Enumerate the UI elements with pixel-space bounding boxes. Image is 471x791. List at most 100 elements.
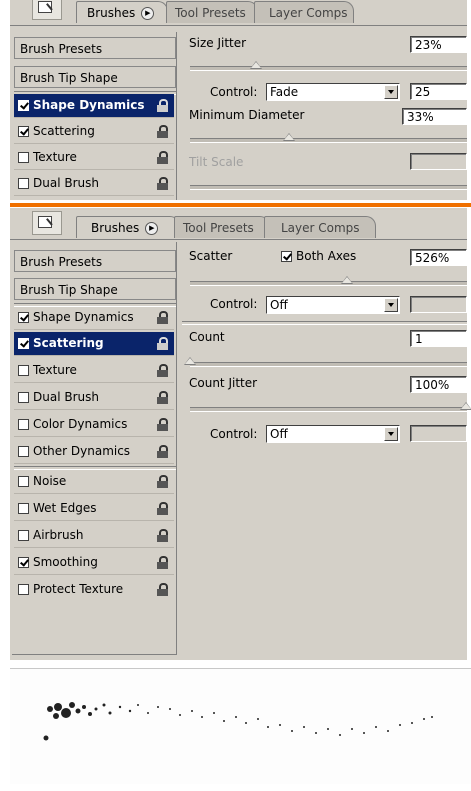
tab-label: Brushes [87,6,136,20]
chevron-down-icon[interactable] [384,85,398,99]
lock-icon[interactable] [157,364,168,377]
brush-tip-shape-button[interactable]: Brush Tip Shape [14,278,176,300]
slider-thumb[interactable] [283,133,295,141]
count-jitter-field[interactable]: 100% [410,376,467,393]
sidebar-item-color-dynamics[interactable]: Color Dynamics [14,413,174,437]
lock-icon[interactable] [157,502,168,515]
brush-presets-button[interactable]: Brush Presets [14,37,176,59]
sidebar-item-label: Shape Dynamics [33,310,134,324]
tab-layer-comps[interactable]: Layer Comps [254,1,354,23]
checkbox[interactable] [18,312,29,323]
sidebar-item-dual-brush[interactable]: Dual Brush [14,172,174,196]
tab-brushes[interactable]: Brushes ▶ [76,216,180,238]
size-jitter-field[interactable]: 23% [410,36,467,53]
checkbox[interactable] [18,100,29,111]
minimum-diameter-field[interactable]: 33% [402,108,467,125]
control-select[interactable]: Fade [266,83,400,101]
checkbox[interactable] [18,152,29,163]
sidebar-item-protect-texture[interactable]: Protect Texture [14,578,174,602]
sidebar-item-label: Wet Edges [33,501,97,515]
brush-options-sidebar: Brush Presets Brush Tip Shape Shape Dyna… [12,242,177,655]
lock-icon[interactable] [157,337,168,350]
lock-icon[interactable] [157,99,168,112]
control-label: Control: [210,427,258,441]
chevron-down-icon[interactable] [384,427,398,441]
sidebar-item-smoothing[interactable]: Smoothing [14,551,174,575]
lock-icon[interactable] [157,583,168,596]
checkbox[interactable] [18,503,29,514]
sidebar-item-airbrush[interactable]: Airbrush [14,524,174,548]
checkbox[interactable] [18,476,29,487]
sidebar-item-scattering[interactable]: Scattering [14,120,174,144]
sidebar-item-scattering[interactable]: Scattering [14,332,174,356]
lock-icon[interactable] [157,475,168,488]
tab-layer-comps[interactable]: Layer Comps [264,216,376,238]
control-select[interactable]: Off [266,425,400,443]
screenshot-divider [10,203,471,207]
lock-icon[interactable] [157,125,168,138]
lock-icon[interactable] [157,445,168,458]
tilt-scale-field [410,153,467,170]
sidebar-item-shape-dynamics[interactable]: Shape Dynamics [14,94,174,118]
sidebar-item-wet-edges[interactable]: Wet Edges [14,497,174,521]
lock-icon[interactable] [157,418,168,431]
control-select[interactable]: Off [266,296,400,314]
lock-icon[interactable] [157,391,168,404]
slider-thumb[interactable] [250,61,262,69]
chevron-down-icon[interactable] [384,298,398,312]
checkbox[interactable] [18,178,29,189]
sidebar-item-noise[interactable]: Noise [14,470,174,494]
checkbox[interactable] [18,126,29,137]
checkbox[interactable] [18,446,29,457]
checkbox[interactable] [18,338,29,349]
checkbox[interactable] [18,365,29,376]
checkbox-label: Both Axes [296,249,357,263]
slider-thumb[interactable] [460,402,471,410]
count-slider[interactable] [184,357,467,367]
panel-menu-arrow-icon[interactable]: ▶ [145,222,159,235]
lock-icon[interactable] [157,177,168,190]
lock-icon[interactable] [157,151,168,164]
brush-presets-button[interactable]: Brush Presets [14,250,176,272]
panel-menu-arrow-icon[interactable]: ▶ [141,7,155,20]
minimum-diameter-slider[interactable] [190,133,467,143]
sidebar-item-dual-brush[interactable]: Dual Brush [14,386,174,410]
tab-bar: Brushes ▶ Tool Presets Layer Comps [10,0,467,26]
sidebar-item-label: Other Dynamics [33,444,131,458]
checkbox[interactable] [18,530,29,541]
fade-steps-field[interactable]: 25 [410,83,467,100]
slider-thumb[interactable] [341,276,353,284]
tab-label: Layer Comps [281,221,360,235]
size-jitter-slider[interactable] [190,61,467,71]
checkbox[interactable] [18,584,29,595]
palette-grip-icon[interactable] [32,210,62,235]
checkbox[interactable] [18,419,29,430]
sidebar-item-shape-dynamics[interactable]: Shape Dynamics [14,306,174,330]
tab-brushes[interactable]: Brushes ▶ [76,1,168,23]
sidebar-item-other-dynamics[interactable]: Other Dynamics [14,440,174,464]
tab-tool-presets[interactable]: Tool Presets [174,216,270,238]
lock-icon[interactable] [157,529,168,542]
lock-icon[interactable] [157,556,168,569]
scatter-slider[interactable] [190,276,467,286]
sidebar-item-label: Scattering [33,124,95,138]
slider-thumb[interactable] [184,357,196,365]
sidebar-item-label: Texture [33,150,77,164]
lock-icon[interactable] [157,311,168,324]
count-jitter-slider[interactable] [190,402,471,412]
checkbox[interactable] [18,392,29,403]
tab-label: Tool Presets [183,221,254,235]
both-axes-checkbox[interactable]: Both Axes [281,249,356,263]
brush-tip-shape-button[interactable]: Brush Tip Shape [14,66,176,88]
tab-tool-presets[interactable]: Tool Presets [166,1,258,23]
size-jitter-label: Size Jitter [189,36,247,50]
sidebar-item-label: Noise [33,474,67,488]
checkbox[interactable] [281,251,292,262]
count-field[interactable]: 1 [410,330,467,347]
scatter-label: Scatter [189,249,233,263]
sidebar-item-texture[interactable]: Texture [14,359,174,383]
checkbox[interactable] [18,557,29,568]
palette-grip-icon[interactable] [32,0,62,20]
scatter-field[interactable]: 526% [410,249,467,266]
sidebar-item-texture[interactable]: Texture [14,146,174,170]
